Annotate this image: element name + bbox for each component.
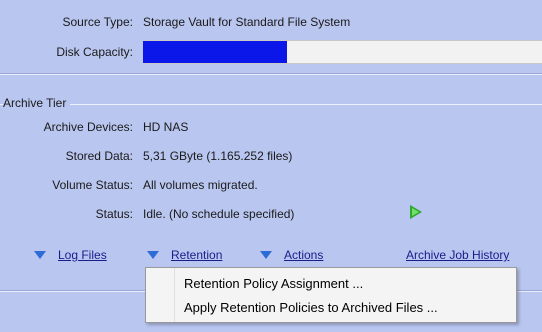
archive-tier-title: Archive Tier <box>3 96 71 110</box>
source-type-value: Storage Vault for Standard File System <box>143 15 351 29</box>
retention-dropdown-menu: Retention Policy Assignment ... Apply Re… <box>145 267 517 323</box>
section-divider-highlight <box>0 74 542 75</box>
volume-status-row: Volume Status: All volumes migrated. <box>0 175 542 195</box>
stored-data-row: Stored Data: 5,31 GByte (1.165.252 files… <box>0 146 542 166</box>
source-type-label: Source Type: <box>62 15 134 29</box>
source-type-row: Source Type: Storage Vault for Standard … <box>0 12 542 32</box>
status-value: Idle. (No schedule specified) <box>143 207 295 221</box>
archive-devices-label: Archive Devices: <box>43 120 133 134</box>
archive-tier-group-line <box>0 104 542 105</box>
disk-capacity-bar <box>143 40 542 64</box>
log-files-chevron-down-icon[interactable] <box>34 251 46 259</box>
stored-data-label: Stored Data: <box>65 149 133 163</box>
archive-job-history-link[interactable]: Archive Job History <box>406 248 509 262</box>
actions-chevron-down-icon[interactable] <box>260 251 272 259</box>
volume-status-value: All volumes migrated. <box>143 178 258 192</box>
actions-link[interactable]: Actions <box>284 248 323 262</box>
disk-capacity-label: Disk Capacity: <box>56 45 133 59</box>
volume-status-label: Volume Status: <box>52 178 133 192</box>
retention-chevron-down-icon[interactable] <box>147 251 159 259</box>
play-icon[interactable] <box>410 205 422 219</box>
archive-devices-value: HD NAS <box>143 120 189 134</box>
menu-item-apply-retention-policies[interactable]: Apply Retention Policies to Archived Fil… <box>184 300 438 315</box>
disk-capacity-fill <box>143 41 287 63</box>
menu-icon-gutter <box>146 268 175 322</box>
menu-item-retention-policy-assignment[interactable]: Retention Policy Assignment ... <box>184 276 363 291</box>
stored-data-value: 5,31 GByte (1.165.252 files) <box>143 149 293 163</box>
log-files-link[interactable]: Log Files <box>58 248 107 262</box>
archive-devices-row: Archive Devices: HD NAS <box>0 117 542 137</box>
status-row: Status: Idle. (No schedule specified) <box>0 204 542 224</box>
status-label: Status: <box>95 207 133 221</box>
retention-link[interactable]: Retention <box>171 248 222 262</box>
